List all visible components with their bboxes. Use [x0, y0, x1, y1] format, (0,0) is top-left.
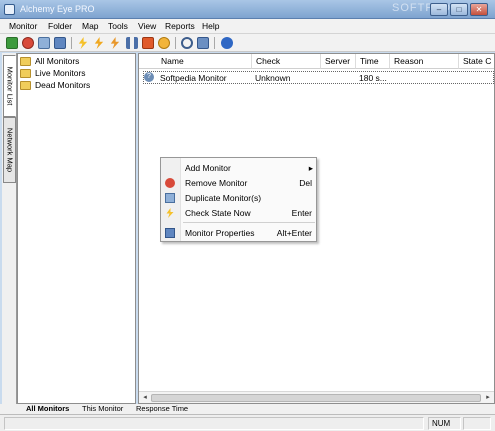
folder-icon — [20, 57, 31, 66]
toolbar — [0, 34, 495, 52]
alert-icon[interactable] — [158, 37, 170, 49]
find-icon[interactable] — [181, 37, 193, 49]
menu-view[interactable]: View — [138, 21, 156, 31]
menu-monitor[interactable]: Monitor — [9, 21, 37, 31]
toolbar-separator — [214, 37, 215, 49]
properties-icon[interactable] — [54, 37, 66, 49]
column-header-reason[interactable]: Reason — [390, 54, 459, 69]
tab-monitor-list[interactable]: Monitor List — [3, 55, 16, 117]
maximize-button[interactable]: □ — [450, 3, 468, 16]
column-header-name[interactable]: Name — [139, 54, 252, 69]
menu-map[interactable]: Map — [82, 21, 99, 31]
menu-item-remove-monitor[interactable]: Remove Monitor Del — [161, 176, 318, 190]
tab-all-monitors[interactable]: All Monitors — [26, 404, 69, 413]
column-header-state[interactable]: State C — [459, 54, 494, 69]
unknown-status-icon: ? — [144, 72, 154, 82]
side-tab-strip: Monitor List Network Map — [2, 53, 17, 410]
lightning-icon — [166, 208, 174, 218]
menu-reports[interactable]: Reports — [165, 21, 195, 31]
remove-monitor-icon — [165, 178, 175, 188]
menu-item-check-state-now[interactable]: Check State Now Enter — [161, 206, 318, 220]
table-row[interactable]: ? Softpedia Monitor Unknown 180 s... — [143, 71, 494, 84]
column-header-time[interactable]: Time — [356, 54, 390, 69]
maximize-icon: □ — [456, 5, 462, 14]
toolbar-separator — [175, 37, 176, 49]
scroll-right-icon[interactable]: ▸ — [483, 393, 493, 403]
stop-icon[interactable] — [142, 37, 154, 49]
menu-item-add-monitor[interactable]: Add Monitor ▸ — [161, 161, 318, 175]
folder-tree: All Monitors Live Monitors Dead Monitors — [17, 53, 136, 404]
add-monitor-icon[interactable] — [6, 37, 18, 49]
tab-network-map[interactable]: Network Map — [3, 117, 16, 183]
cell-name: Softpedia Monitor — [160, 73, 227, 83]
check-icon[interactable] — [78, 37, 88, 49]
duplicate-icon[interactable] — [38, 37, 50, 49]
window-title: Alchemy Eye PRO — [20, 4, 95, 14]
menu-tools[interactable]: Tools — [108, 21, 128, 31]
check-all-icon[interactable] — [94, 37, 104, 49]
status-pane-num: NUM — [428, 417, 461, 430]
cell-time: 180 s... — [359, 73, 387, 83]
minimize-icon: – — [436, 5, 442, 14]
menu-help[interactable]: Help — [202, 21, 219, 31]
menu-bar: Monitor Folder Map Tools View Reports He… — [0, 19, 495, 34]
scroll-thumb[interactable] — [151, 394, 481, 402]
tab-this-monitor[interactable]: This Monitor — [82, 404, 123, 413]
menu-item-monitor-properties[interactable]: Monitor Properties Alt+Enter — [161, 226, 318, 240]
settings-icon[interactable] — [197, 37, 209, 49]
cell-check: Unknown — [255, 73, 291, 83]
submenu-arrow-icon: ▸ — [308, 163, 313, 173]
status-pane-main — [4, 417, 424, 430]
column-header-check[interactable]: Check — [252, 54, 321, 69]
pause-icon[interactable] — [126, 37, 138, 49]
close-icon: ✕ — [475, 5, 483, 14]
tab-response-time[interactable]: Response Time — [136, 404, 188, 413]
status-pane-extra — [463, 417, 491, 430]
menu-separator — [183, 222, 315, 223]
status-bar: NUM — [0, 414, 495, 431]
info-icon[interactable] — [221, 37, 233, 49]
column-header-server[interactable]: Server — [321, 54, 356, 69]
app-icon — [4, 4, 15, 15]
remove-monitor-icon[interactable] — [22, 37, 34, 49]
bottom-tab-strip: All Monitors This Monitor Response Time — [0, 404, 495, 414]
scroll-left-icon[interactable]: ◂ — [140, 393, 150, 403]
toolbar-separator — [71, 37, 72, 49]
title-bar: Alchemy Eye PRO SOFTPEDIA – □ ✕ — [0, 0, 495, 19]
properties-icon — [165, 228, 175, 238]
duplicate-icon — [165, 193, 175, 203]
folder-icon — [20, 81, 31, 90]
minimize-button[interactable]: – — [430, 3, 448, 16]
context-menu: Add Monitor ▸ Remove Monitor Del Duplica… — [160, 157, 317, 242]
menu-item-duplicate-monitor[interactable]: Duplicate Monitor(s) — [161, 191, 318, 205]
menu-folder[interactable]: Folder — [48, 21, 72, 31]
horizontal-scrollbar[interactable]: ◂ ▸ — [139, 391, 494, 403]
close-button[interactable]: ✕ — [470, 3, 488, 16]
check-folder-icon[interactable] — [110, 37, 120, 49]
folder-icon — [20, 69, 31, 78]
